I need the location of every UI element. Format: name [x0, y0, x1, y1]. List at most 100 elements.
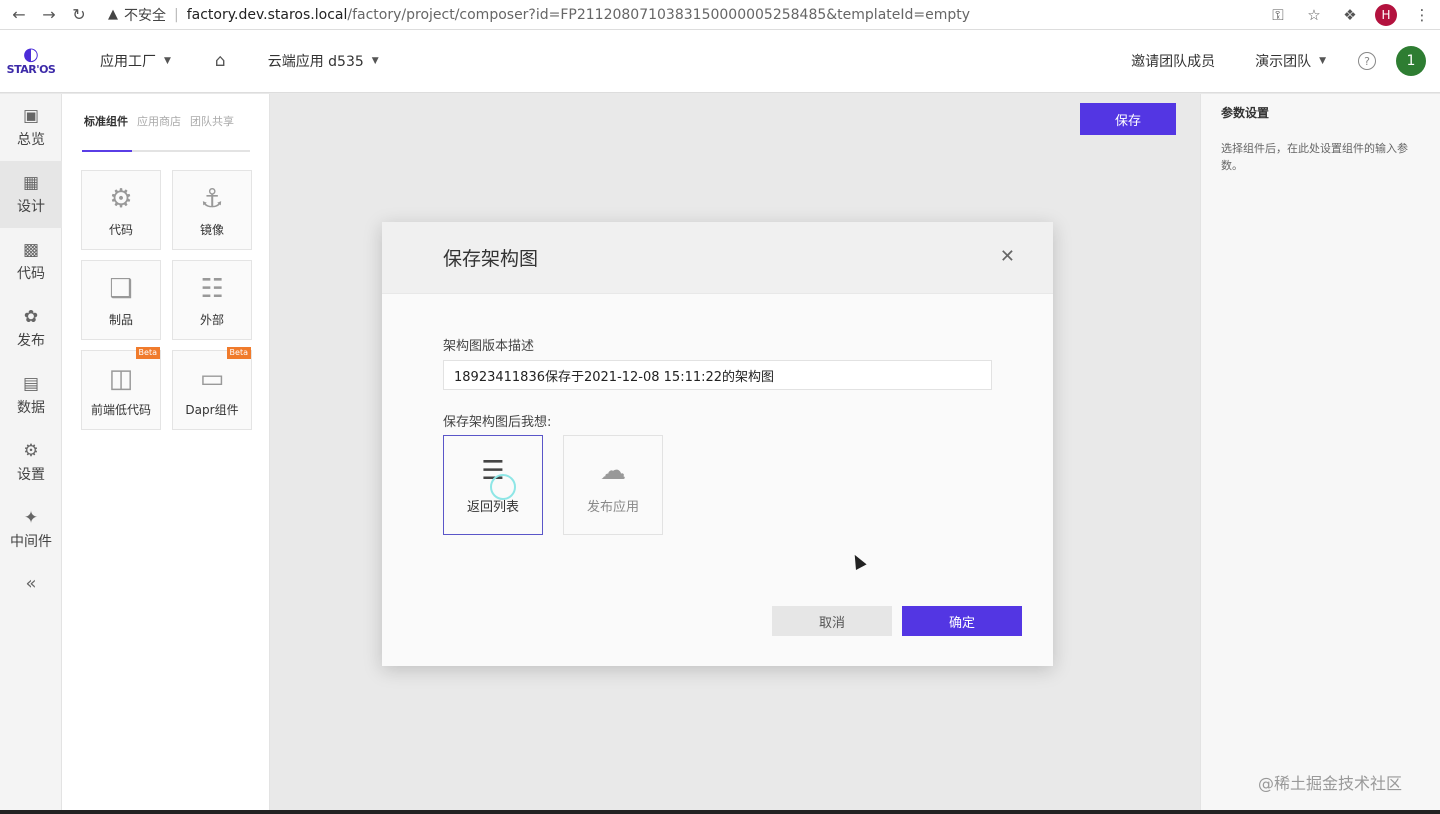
left-nav: ▣ 总览 ▦ 设计 ▩ 代码 ✿ 发布 ▤ 数据 ⚙ 设置 ✦ 中间件 «: [0, 94, 62, 810]
component-grid: ⚙ 代码 ⚓ 镜像 ❑ 制品 ☷ 外部 Beta ◫ 前端低代码 Beta ▭ …: [81, 170, 252, 430]
menu-dots-icon[interactable]: ⋮: [1404, 0, 1440, 30]
nav-item-release[interactable]: ✿ 发布: [0, 295, 62, 362]
design-icon: ▦: [22, 173, 40, 193]
component-card-dapr[interactable]: Beta ▭ Dapr组件: [172, 347, 252, 430]
nav-item-label: 总览: [17, 132, 45, 148]
team-menu[interactable]: 演示团队 ▼: [1255, 51, 1326, 71]
factory-menu[interactable]: 应用工厂 ▼: [100, 51, 171, 71]
option-label: 发布应用: [586, 499, 639, 515]
save-button[interactable]: 保存: [1080, 103, 1176, 135]
back-icon[interactable]: ←: [4, 0, 34, 30]
version-desc-input[interactable]: [443, 360, 992, 390]
component-tabs: 标准组件 应用商店 团队共享: [82, 114, 250, 152]
dapr-icon: ▭: [199, 363, 225, 394]
nav-item-label: 代码: [17, 266, 45, 282]
docker-icon: ⚓: [200, 183, 224, 214]
puzzle-icon: ✦: [23, 508, 39, 528]
tab-team-share[interactable]: 团队共享: [190, 114, 234, 150]
address-bar[interactable]: ▲ 不安全 | factory.dev.staros.local /factor…: [108, 0, 970, 30]
url-host: factory.dev.staros.local: [186, 6, 348, 23]
close-icon[interactable]: ✕: [1000, 246, 1015, 267]
component-card-external[interactable]: ☷ 外部: [172, 260, 252, 340]
reload-icon[interactable]: ↻: [64, 0, 94, 30]
component-label: 制品: [108, 312, 133, 327]
component-card-lowcode[interactable]: Beta ◫ 前端低代码: [81, 347, 161, 430]
app-menu-label: 云端应用 d535: [267, 54, 364, 70]
nav-item-label: 设置: [17, 467, 45, 483]
package-icon: ❑: [109, 273, 133, 304]
team-menu-label: 演示团队: [1255, 54, 1312, 70]
component-label: 代码: [108, 222, 133, 237]
desc-label: 架构图版本描述: [443, 339, 535, 354]
caret-down-icon: ▼: [1319, 56, 1326, 66]
option-back-to-list[interactable]: ☰ 返回列表: [443, 435, 543, 535]
tab-standard-components[interactable]: 标准组件: [82, 114, 132, 152]
browser-toolbar: ← → ↻ ▲ 不安全 | factory.dev.staros.local /…: [0, 0, 1440, 30]
extensions-icon[interactable]: ❖: [1332, 0, 1368, 30]
beta-badge: Beta: [135, 347, 160, 359]
params-hint: 选择组件后，在此处设置组件的输入参数。: [1221, 142, 1408, 172]
logo-mark-icon: ◐: [23, 43, 39, 65]
data-icon: ▤: [22, 374, 40, 394]
component-panel: 标准组件 应用商店 团队共享 ⚙ 代码 ⚓ 镜像 ❑ 制品 ☷ 外部 Beta …: [62, 94, 270, 810]
collapse-sidebar-icon[interactable]: «: [0, 563, 62, 603]
nav-item-settings[interactable]: ⚙ 设置: [0, 429, 62, 496]
caret-down-icon: ▼: [164, 56, 171, 66]
confirm-button[interactable]: 确定: [902, 606, 1022, 636]
logo[interactable]: ◐ STAR'OS: [0, 30, 62, 93]
robot-arm-icon: ⚙: [109, 183, 133, 214]
modal-header: 保存架构图 ✕: [382, 222, 1053, 294]
cancel-button[interactable]: 取消: [772, 606, 892, 636]
caret-down-icon: ▼: [371, 56, 379, 66]
component-label: Dapr组件: [185, 402, 239, 417]
component-label: 外部: [199, 312, 224, 327]
option-publish-app[interactable]: ☁ 发布应用: [563, 435, 663, 535]
warning-icon: ▲: [108, 7, 118, 22]
component-label: 镜像: [199, 222, 224, 237]
nav-item-overview[interactable]: ▣ 总览: [0, 94, 62, 161]
option-label: 返回列表: [466, 499, 519, 515]
forward-icon[interactable]: →: [34, 0, 64, 30]
help-icon: ?: [1358, 52, 1376, 70]
invite-members-link[interactable]: 邀请团队成员: [1131, 51, 1215, 71]
component-card-artifact[interactable]: ❑ 制品: [81, 260, 161, 340]
profile-avatar: H: [1375, 3, 1397, 26]
beta-badge: Beta: [226, 347, 251, 359]
help-button[interactable]: ?: [1358, 52, 1376, 70]
nav-item-code[interactable]: ▩ 代码: [0, 228, 62, 295]
monitor-icon: ▣: [22, 106, 40, 126]
app-menu[interactable]: 云端应用 d535 ▼: [268, 51, 379, 71]
after-save-label: 保存架构图后我想:: [443, 415, 552, 430]
insecure-label: 不安全: [124, 7, 166, 24]
release-icon: ✿: [23, 307, 39, 327]
nav-item-data[interactable]: ▤ 数据: [0, 362, 62, 429]
component-card-code[interactable]: ⚙ 代码: [81, 170, 161, 250]
code-icon: ▩: [22, 240, 40, 260]
avatar: 1: [1396, 46, 1426, 76]
lowcode-icon: ◫: [108, 363, 134, 394]
loading-spinner: [490, 474, 516, 500]
nav-item-label: 中间件: [10, 534, 52, 550]
nav-item-label: 数据: [17, 400, 45, 416]
profile-button[interactable]: H: [1368, 0, 1404, 30]
nav-item-label: 设计: [17, 199, 45, 215]
bottom-strip: [0, 810, 1440, 814]
logo-text: STAR'OS: [6, 62, 56, 76]
home-icon[interactable]: ⌂: [215, 51, 226, 71]
star-icon[interactable]: ☆: [1296, 0, 1332, 30]
network-icon: ☷: [200, 273, 224, 304]
watermark: @稀土掘金技术社区: [1258, 774, 1403, 793]
nav-item-middleware[interactable]: ✦ 中间件: [0, 496, 62, 563]
nav-item-label: 发布: [17, 333, 45, 349]
url-path: /factory/project/composer?id=FP211208071…: [347, 6, 971, 23]
app-header: ◐ STAR'OS 应用工厂 ▼ ⌂ 云端应用 d535 ▼ 邀请团队成员 演示…: [0, 30, 1440, 93]
modal-title: 保存架构图: [443, 248, 539, 270]
nav-item-design[interactable]: ▦ 设计: [0, 161, 62, 228]
key-icon[interactable]: ⚿: [1260, 0, 1296, 30]
gear-icon: ⚙: [23, 441, 39, 461]
tab-app-store[interactable]: 应用商店: [137, 114, 181, 150]
params-title: 参数设置: [1221, 106, 1270, 120]
component-card-image[interactable]: ⚓ 镜像: [172, 170, 252, 250]
url-separator: |: [174, 6, 179, 23]
user-menu[interactable]: 1: [1396, 46, 1426, 76]
